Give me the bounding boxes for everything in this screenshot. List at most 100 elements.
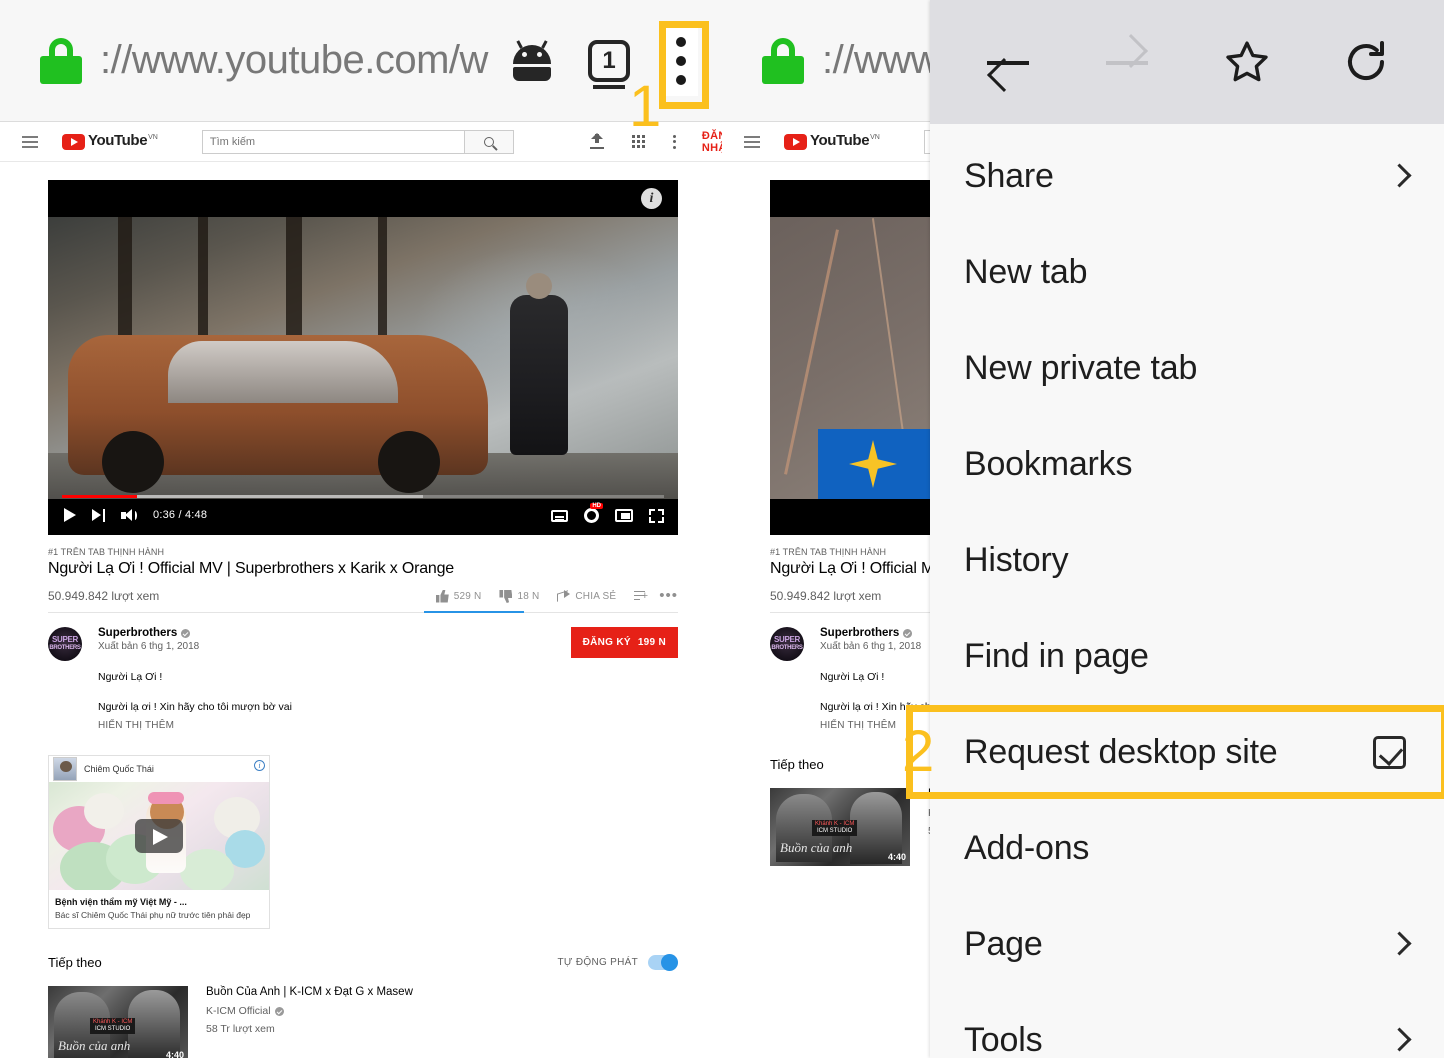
step-number-2: 2 (902, 719, 935, 784)
verified-badge-icon (903, 628, 913, 638)
star-bookmark-icon (1226, 41, 1268, 82)
advertiser-name: Chiêm Quốc Thái (84, 764, 154, 774)
dislike-count: 18 N (517, 590, 540, 602)
search-bar[interactable] (201, 129, 514, 154)
menu-item-bookmarks[interactable]: Bookmarks (930, 416, 1444, 512)
play-overlay-icon[interactable] (135, 819, 183, 853)
channel-name[interactable]: Superbrothers (98, 627, 177, 639)
search-icon (483, 136, 494, 147)
thumb-tag-line-2: ICM STUDIO (95, 1026, 131, 1032)
reload-button[interactable] (1335, 31, 1397, 93)
android-robot-icon[interactable] (510, 39, 554, 81)
next-video-icon[interactable] (92, 508, 105, 522)
share-button[interactable]: CHIA SẺ (557, 590, 616, 602)
video-metadata: #1 TRÊN TAB THỊNH HÀNH Người Lạ Ơi ! Off… (48, 547, 678, 731)
menu-item-add-ons[interactable]: Add-ons (930, 800, 1444, 896)
like-button[interactable]: 529 N (435, 589, 482, 603)
sign-in-button[interactable]: ĐĂNG NHẬP (702, 130, 722, 154)
hamburger-icon[interactable] (22, 133, 38, 151)
more-actions-icon[interactable]: ••• (659, 588, 678, 603)
menu-item-label: History (964, 540, 1069, 579)
avatar[interactable]: SUPER BROTHERS (48, 627, 82, 661)
ad-title: Bệnh viện thẩm mỹ Việt Mỹ - ... (55, 897, 187, 907)
chevron-right-icon (1391, 1029, 1404, 1051)
menu-item-find-in-page[interactable]: Find in page (930, 608, 1444, 704)
reload-icon (1348, 41, 1385, 80)
menu-item-label: Bookmarks (964, 444, 1133, 483)
avatar-line-1: SUPER (51, 635, 79, 644)
youtube-play-icon (784, 134, 807, 150)
ad-star-icon (849, 440, 897, 488)
browser-overflow-menu[interactable]: Share New tab New private tab Bookmarks Hist… (906, 0, 1444, 1058)
checkbox-checked-icon[interactable] (1373, 735, 1406, 769)
miniplayer-icon[interactable] (615, 509, 633, 522)
hamburger-icon[interactable] (744, 133, 760, 151)
up-next-channel[interactable]: K-ICM Official (206, 1005, 413, 1017)
advertiser-avatar (53, 757, 77, 781)
info-icon[interactable]: i (641, 188, 662, 209)
fullscreen-icon[interactable] (649, 508, 664, 523)
ad-card[interactable]: Chiêm Quốc Thái i Bệnh viện thẩm mỹ Việt… (48, 755, 270, 929)
thumb-tag-line-2: ICM STUDIO (817, 828, 853, 834)
menu-item-new-private-tab[interactable]: New private tab (930, 320, 1444, 416)
lock-icon (40, 37, 82, 84)
upload-icon[interactable] (589, 133, 604, 149)
video-stats-row: 50.949.842 lượt xem 529 N 18 N CHIA SẺ •… (48, 588, 678, 613)
search-button[interactable] (463, 129, 514, 154)
menu-item-share[interactable]: Share (930, 128, 1444, 224)
avatar-line-1: SUPER (773, 635, 801, 644)
share-label: CHIA SẺ (575, 590, 617, 602)
avatar-line-2: BROTHERS (49, 645, 81, 651)
search-input[interactable] (201, 129, 464, 154)
settings-gear-icon[interactable]: HD (584, 503, 603, 523)
channel-name[interactable]: Superbrothers (820, 627, 899, 639)
menu-item-tools[interactable]: Tools (930, 992, 1444, 1058)
highlight-box-step-1 (659, 21, 709, 109)
youtube-wordmark: YouTube (88, 132, 148, 149)
subscribe-button[interactable]: ĐĂNG KÝ 199 N (570, 627, 678, 658)
dislike-button[interactable]: 18 N (499, 590, 539, 603)
bookmark-button[interactable] (1216, 31, 1278, 93)
up-next-heading: Tiếp theo (48, 955, 102, 970)
verified-badge-icon (274, 1006, 284, 1016)
ad-thumbnail[interactable] (49, 782, 269, 890)
menu-item-history[interactable]: History (930, 512, 1444, 608)
view-count: 50.949.842 lượt xem (48, 589, 160, 603)
thumbs-up-icon (435, 589, 449, 603)
step-number-1: 1 (629, 74, 662, 139)
youtube-play-icon (62, 134, 85, 150)
more-vertical-icon[interactable] (672, 134, 676, 149)
menu-item-label: Add-ons (964, 828, 1090, 867)
up-next-section: Tiếp theo TỰ ĐỘNG PHÁT Khánh K - ICM ICM… (48, 954, 678, 1058)
menu-item-request-desktop-site[interactable]: Request desktop site (906, 704, 1444, 800)
tab-counter-button[interactable]: 1 (588, 39, 630, 89)
browser-panel-left: ://www.youtube.com/w 1 YouTube VN Tìm ki… (0, 0, 722, 1058)
volume-icon[interactable] (121, 508, 137, 522)
list-item[interactable]: Khánh K - ICM ICM STUDIO Buồn của anh 4:… (48, 986, 678, 1058)
closed-captions-icon[interactable] (551, 509, 568, 522)
save-to-playlist-button[interactable] (634, 590, 648, 602)
menu-item-page[interactable]: Page (930, 896, 1444, 992)
youtube-logo[interactable]: YouTube VN (62, 133, 158, 150)
show-more-button[interactable]: HIỂN THỊ THÊM (98, 720, 571, 731)
video-frame (48, 217, 678, 499)
ad-info-icon[interactable]: i (254, 760, 265, 771)
menu-item-new-tab[interactable]: New tab (930, 224, 1444, 320)
thumbnail-script-text: Buồn của anh (58, 1038, 131, 1053)
play-icon[interactable] (64, 508, 76, 522)
subscribe-label: ĐĂNG KÝ (582, 637, 631, 648)
forward-button (1096, 31, 1158, 93)
video-thumbnail[interactable]: Khánh K - ICM ICM STUDIO Buồn của anh 4:… (48, 986, 188, 1058)
up-next-title[interactable]: Buồn Của Anh | K-ICM x Đạt G x Masew (206, 986, 413, 998)
autoplay-toggle[interactable] (648, 954, 678, 971)
progress-bar[interactable] (62, 495, 664, 498)
youtube-logo[interactable]: YouTube VN (784, 133, 880, 150)
video-thumbnail[interactable]: Khánh K - ICM ICM STUDIO Buồn của anh 4:… (770, 788, 910, 866)
lock-icon (762, 37, 804, 84)
url-text[interactable]: ://www.youtube.com/w (100, 38, 504, 83)
video-player[interactable]: i 0:36 / 4:48 HD (48, 180, 678, 535)
back-button[interactable] (977, 31, 1039, 93)
player-controls[interactable]: 0:36 / 4:48 HD (48, 495, 678, 535)
avatar[interactable]: SUPER BROTHERS (770, 627, 804, 661)
browser-address-bar[interactable]: ://www.youtube.com/w 1 (0, 0, 722, 122)
